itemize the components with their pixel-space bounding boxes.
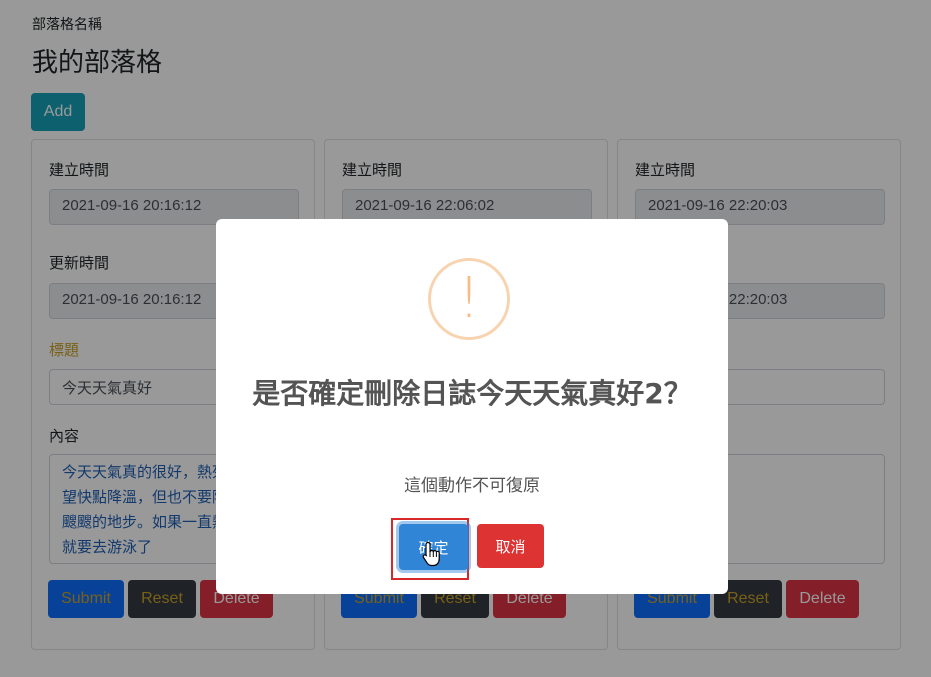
warning-icon: ! (428, 258, 510, 340)
cancel-button[interactable]: 取消 (477, 524, 544, 568)
confirm-dialog: ! 是否確定刪除日誌今天天氣真好2？ 這個動作不可復原 確定 取消 (216, 219, 728, 594)
dialog-title: 是否確定刪除日誌今天天氣真好2？ (252, 377, 692, 410)
hand-pointer-icon (422, 541, 440, 567)
dialog-text: 這個動作不可復原 (404, 476, 540, 496)
